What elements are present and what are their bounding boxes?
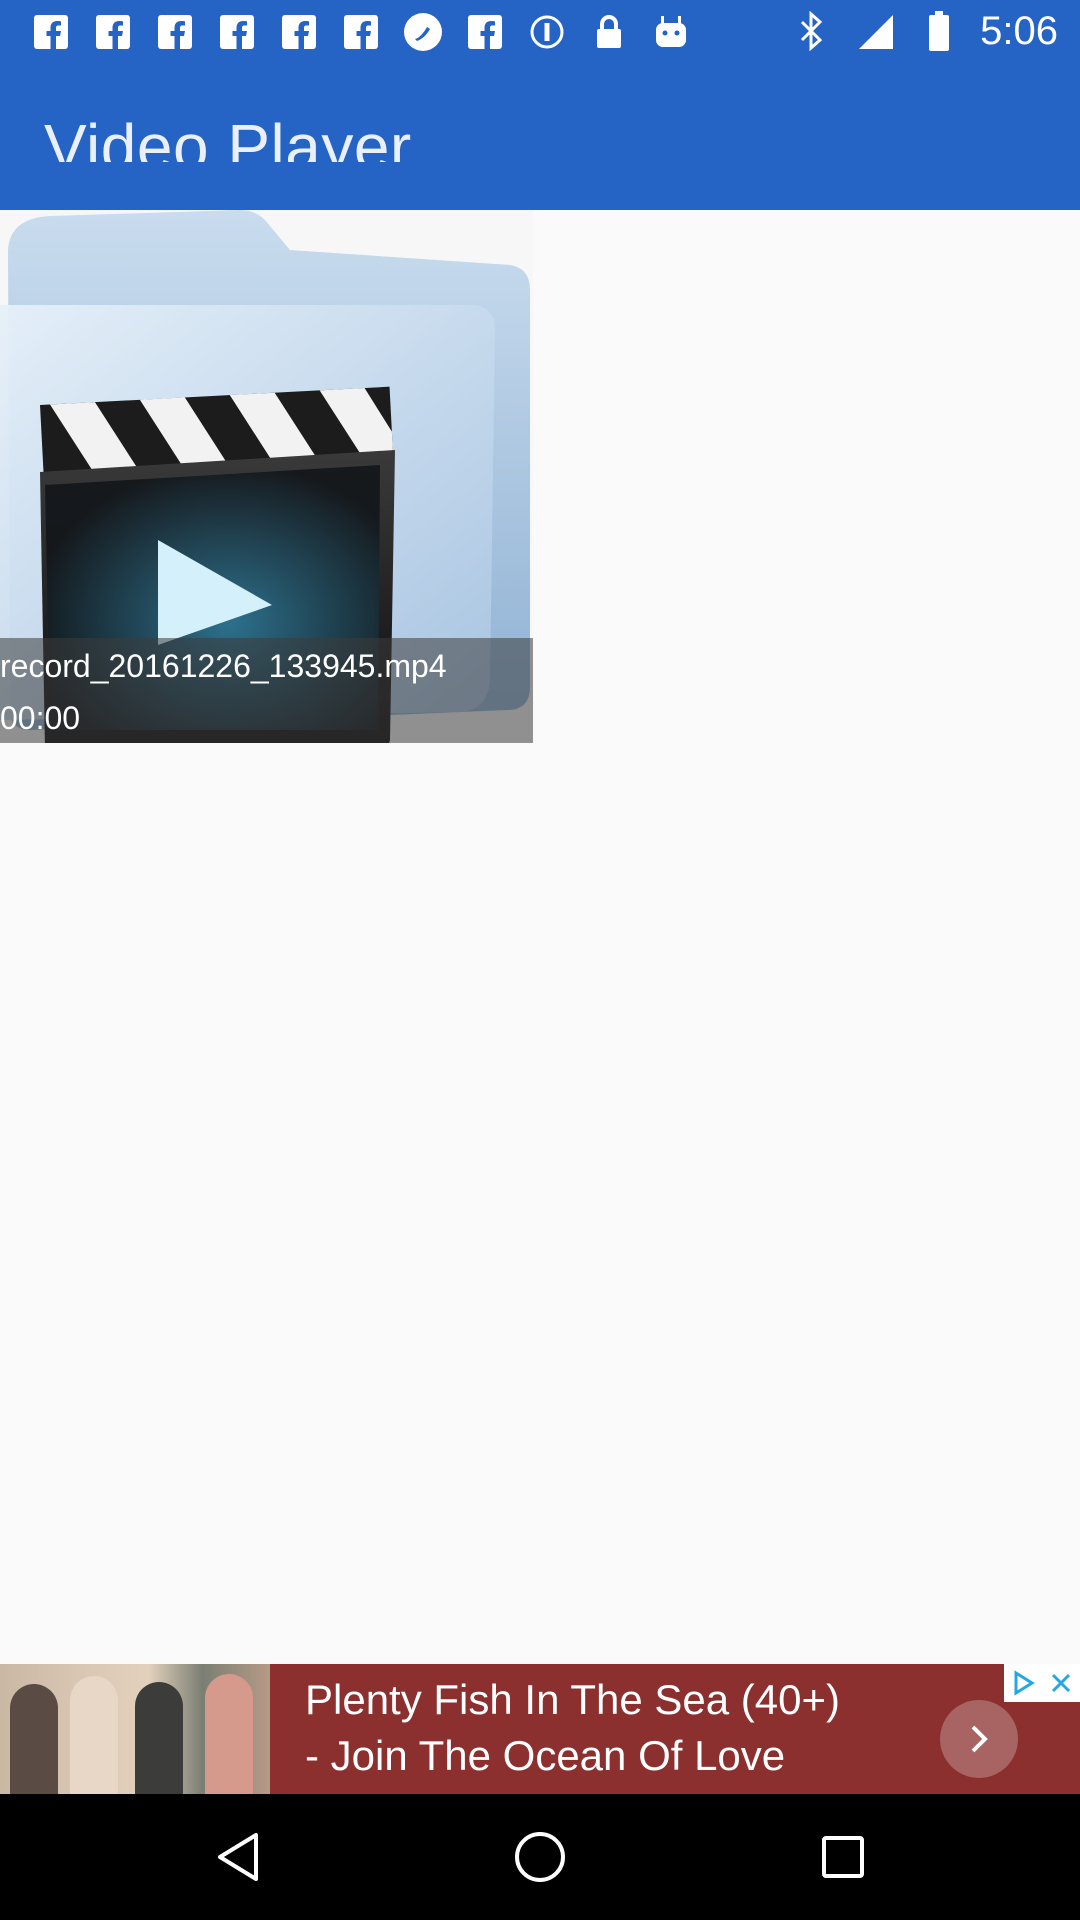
android-icon (648, 12, 694, 52)
ad-next-button[interactable] (940, 1700, 1018, 1778)
ad-text: Plenty Fish In The Sea (40+) - Join The … (305, 1672, 840, 1784)
app-bar: Video Player (0, 63, 1080, 210)
page-title: Video Player (44, 111, 412, 162)
navigation-bar (0, 1794, 1080, 1920)
ad-image (0, 1664, 270, 1794)
facebook-icon (276, 12, 322, 52)
home-button[interactable] (505, 1822, 575, 1892)
lock-icon (586, 12, 632, 52)
facebook-icon (338, 12, 384, 52)
system-icons: 5:06 (788, 8, 1058, 54)
facebook-icon (28, 12, 74, 52)
ad-banner[interactable]: Plenty Fish In The Sea (40+) - Join The … (0, 1664, 1080, 1794)
notification-icons (28, 12, 694, 52)
ad-text-line2: - Join The Ocean Of Love (305, 1732, 786, 1779)
ad-choices (1004, 1664, 1080, 1702)
back-triangle-icon (218, 1833, 258, 1881)
close-icon[interactable] (1042, 1664, 1080, 1702)
status-time: 5:06 (980, 9, 1058, 53)
home-circle-icon (515, 1832, 565, 1882)
chevron-right-icon (971, 1725, 988, 1753)
info-icon (524, 12, 570, 52)
facebook-icon (214, 12, 260, 52)
facebook-icon (462, 12, 508, 52)
back-button[interactable] (203, 1822, 273, 1892)
video-list-item[interactable]: record_20161226_133945.mp4 00:00 (0, 210, 533, 743)
pen-app-icon (400, 12, 446, 52)
battery-icon (916, 11, 962, 51)
facebook-icon (152, 12, 198, 52)
signal-icon (852, 11, 898, 51)
facebook-icon (90, 12, 136, 52)
recents-square-icon (822, 1836, 864, 1878)
video-duration: 00:00 (0, 700, 81, 736)
recents-button[interactable] (808, 1822, 878, 1892)
video-file-name: record_20161226_133945.mp4 (0, 648, 447, 684)
bluetooth-icon (788, 11, 834, 51)
status-bar: 5:06 (0, 0, 1080, 63)
ad-text-line1: Plenty Fish In The Sea (40+) (305, 1676, 841, 1723)
video-caption: record_20161226_133945.mp4 00:00 (0, 638, 533, 743)
adchoices-icon[interactable] (1004, 1664, 1042, 1702)
